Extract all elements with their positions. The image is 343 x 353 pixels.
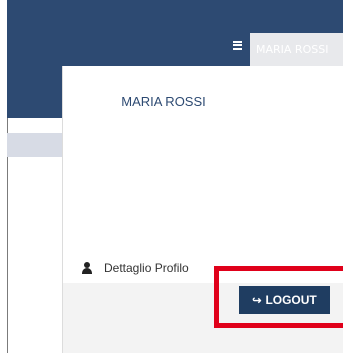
user-dropdown-header: MARIA ROSSI [63,66,343,283]
sidebar-strip [7,133,62,157]
logout-button[interactable]: ↪ LOGOUT [239,286,330,314]
hamburger-menu-button[interactable] [230,38,244,52]
user-name: MARIA ROSSI [121,94,206,109]
hamburger-icon [232,40,242,50]
logout-label: LOGOUT [265,293,317,307]
user-menu-toggle[interactable]: MARIA ROSSI [250,33,343,66]
profile-detail-label: Dettaglio Profilo [104,261,189,275]
profile-detail-link[interactable]: Dettaglio Profilo [82,258,189,278]
sign-out-icon: ↪ [252,294,262,307]
user-icon [82,262,92,274]
